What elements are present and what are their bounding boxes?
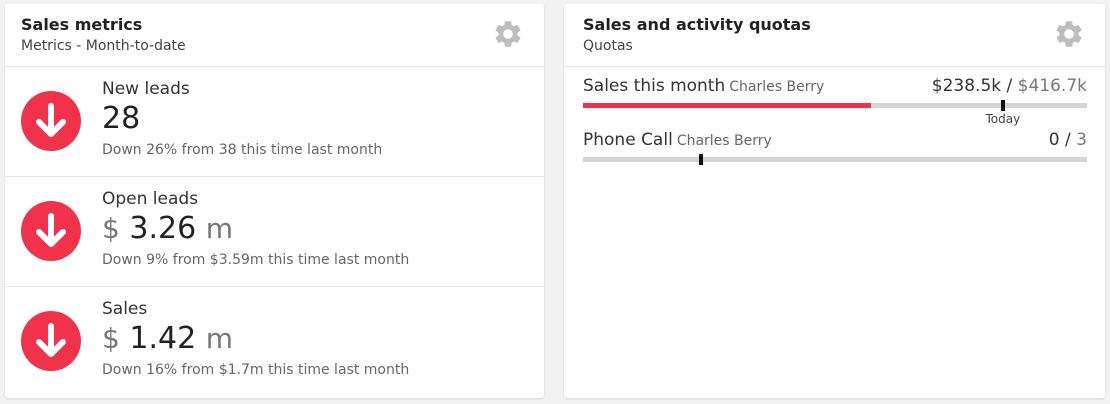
metric-open-leads[interactable]: Open leads $ 3.26 m Down 9% from $3.59m … <box>5 177 544 287</box>
quota-name: Phone Call Charles Berry <box>583 130 772 150</box>
sales-metrics-card: Sales metrics Metrics - Month-to-date Ne… <box>5 4 544 398</box>
metric-comparison: Down 26% from 38 this time last month <box>102 142 383 158</box>
metric-value: $ 3.26 m <box>102 211 233 246</box>
quota-owner: Charles Berry <box>729 79 825 95</box>
today-label: Today <box>985 112 1021 126</box>
quota-owner: Charles Berry <box>676 133 772 149</box>
quota-progress-track <box>583 154 1087 165</box>
metric-label: Open leads <box>102 189 199 209</box>
down-arrow-icon <box>21 91 81 151</box>
metric-comparison: Down 16% from $1.7m this time last month <box>102 362 410 378</box>
metric-comparison: Down 9% from $3.59m this time last month <box>102 252 410 268</box>
gear-icon[interactable] <box>1053 18 1085 50</box>
card-subtitle: Metrics - Month-to-date <box>21 38 186 54</box>
quota-target: $416.7k <box>1017 76 1087 96</box>
quota-values: $238.5k / $416.7k <box>932 76 1087 96</box>
quota-title: Sales this month <box>583 76 726 96</box>
quotas-card: Sales and activity quotas Quotas Sales t… <box>564 4 1105 398</box>
metric-sales[interactable]: Sales $ 1.42 m Down 16% from $1.7m this … <box>5 287 544 397</box>
metric-currency: $ <box>102 212 120 245</box>
metric-number: 3.26 <box>129 211 197 246</box>
quota-sales-this-month[interactable]: Sales this month Charles Berry $238.5k / … <box>583 76 1087 130</box>
metric-number: 1.42 <box>129 321 197 356</box>
card-title: Sales metrics <box>21 15 143 34</box>
card-subtitle: Quotas <box>583 38 633 54</box>
down-arrow-icon <box>21 311 81 371</box>
metric-currency: $ <box>102 322 120 355</box>
quota-progress-fill <box>583 103 872 108</box>
metric-value: 28 <box>102 101 140 136</box>
today-marker <box>699 154 704 165</box>
metric-unit: m <box>205 212 233 245</box>
quota-current: 0 <box>1048 130 1060 150</box>
metric-new-leads[interactable]: New leads 28 Down 26% from 38 this time … <box>5 67 544 177</box>
quota-progress-track <box>583 100 1087 111</box>
quota-separator: / <box>1001 76 1018 96</box>
quota-current: $238.5k <box>931 76 1002 96</box>
quota-values: 0 / 3 <box>1049 130 1087 150</box>
sales-metrics-header: Sales metrics Metrics - Month-to-date <box>5 4 544 67</box>
metric-label: New leads <box>102 79 190 99</box>
quota-target: 3 <box>1076 130 1087 150</box>
metric-unit: m <box>205 322 233 355</box>
card-title: Sales and activity quotas <box>583 15 811 34</box>
down-arrow-icon <box>21 201 81 261</box>
gear-icon[interactable] <box>492 18 524 50</box>
metric-number: 28 <box>102 101 141 136</box>
quota-title: Phone Call <box>583 130 673 150</box>
quota-phone-call[interactable]: Phone Call Charles Berry 0 / 3 <box>583 130 1087 170</box>
metric-value: $ 1.42 m <box>102 321 233 356</box>
today-marker <box>1000 100 1005 111</box>
quotas-header: Sales and activity quotas Quotas <box>564 4 1105 67</box>
quota-name: Sales this month Charles Berry <box>583 76 824 96</box>
metric-label: Sales <box>102 299 148 319</box>
quota-separator: / <box>1059 130 1077 150</box>
